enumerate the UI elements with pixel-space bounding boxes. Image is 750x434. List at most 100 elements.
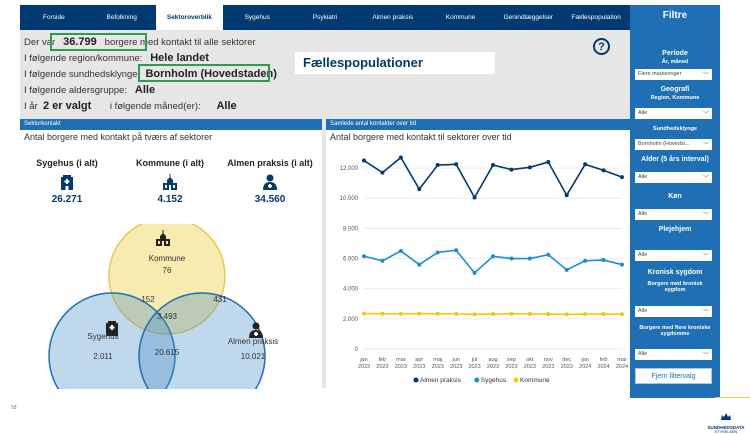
tab-sektoroverblik[interactable]: Sektoroverblik [155, 5, 224, 30]
page-number: 58 [11, 405, 17, 411]
legend-marker [413, 377, 419, 383]
plejehjem-value: Alle [638, 252, 648, 258]
decorative-line [715, 397, 750, 398]
data-point [527, 165, 532, 170]
filter-periode-label: Periode [662, 50, 688, 57]
x-tick-label: feb [379, 357, 387, 363]
filter-klynge-label: Sundhedsklynge [652, 126, 697, 132]
x-tick-label: jan [359, 357, 367, 363]
summary-year-value: 2 er valgt [43, 100, 92, 112]
alder-dropdown[interactable]: Alle ﹀ [635, 172, 712, 183]
x-tick-label: maj [433, 357, 442, 363]
plejehjem-dropdown[interactable]: Alle ﹀ [635, 250, 712, 261]
x-tick-year-label: 2023 [432, 364, 444, 370]
venn-sygehus-label: Sygehus [87, 332, 119, 341]
venn-sygehus-value: 2.011 [93, 352, 113, 361]
x-tick-year-label: 2023 [450, 364, 462, 370]
stat-kommune-label: Kommune (i alt) [135, 158, 204, 168]
data-point [362, 311, 366, 316]
page-title: Fællespopulationer [295, 52, 495, 74]
koen-dropdown[interactable]: Alle ﹀ [635, 209, 712, 220]
data-point [398, 311, 403, 316]
venn-almen-value: 10.021 [240, 352, 266, 361]
x-tick-year-label: 2023 [395, 364, 407, 370]
legend-marker [474, 377, 480, 383]
data-point [601, 312, 606, 317]
klynge-dropdown[interactable]: Bornholm (Hovedst... ﹀ [635, 139, 712, 150]
x-tick-label: sep [507, 357, 516, 363]
venn-all-three-value: 3.493 [156, 312, 178, 321]
periode-dropdown[interactable]: Flere markeringer ﹀ [635, 69, 712, 80]
kronisk-dropdown[interactable]: Alle ﹀ [635, 306, 712, 317]
highlight-cluster [138, 64, 270, 82]
venn-sygehus-kommune-value: 152 [141, 295, 155, 304]
summary-section: Der var 36.799 borgere med kontakt til a… [20, 30, 630, 119]
tab-kommune[interactable]: Kommune [427, 5, 495, 30]
y-tick-label: 8.000 [343, 226, 359, 232]
x-tick-year-label: 2023 [561, 364, 573, 370]
filter-geografi-sub: Region, Kommune [650, 95, 700, 101]
y-tick-label: 0 [355, 347, 359, 353]
geografi-value: Alle [638, 110, 648, 116]
geografi-dropdown[interactable]: Alle ﹀ [635, 108, 712, 119]
line-chart: 02.0004.0006.0008.00010.00012.000jan2023… [340, 155, 628, 384]
reset-filters-button[interactable]: Fjern filtervalg [635, 368, 712, 384]
data-point [435, 250, 440, 255]
filter-koen-label: Køn [668, 193, 682, 200]
data-point [454, 311, 459, 316]
tab-psykiatri[interactable]: Psykiatri [291, 5, 359, 30]
filter-periode-sub: År, måned [661, 59, 689, 65]
stat-sygehus: Sygehus (i alt) 26.271 [22, 158, 112, 205]
data-point [583, 312, 588, 317]
chevron-down-icon: ﹀ [702, 310, 709, 316]
data-point [454, 162, 459, 167]
summary-region-line: I følgende region/kommune: Hele landet [24, 52, 209, 64]
data-point [417, 187, 422, 192]
stat-sygehus-label: Sygehus (i alt) [36, 158, 98, 168]
x-tick-year-label: 2023 [468, 364, 480, 370]
filter-plejehjem-label: Plejehjem [658, 226, 692, 233]
tab-almen-praksis[interactable]: Almen praksis [359, 5, 427, 30]
report-canvas: Forside Befolkning Sektoroverblik Sygehu… [20, 5, 630, 389]
over-tid-subtitle: Antal borgere med kontakt til sektorer o… [330, 132, 512, 142]
summary-month-value: Alle [216, 100, 237, 112]
tab-faellespopulation[interactable]: Fællespopulation [562, 5, 630, 30]
x-tick-year-label: 2023 [358, 364, 370, 370]
x-tick-year-label: 2023 [413, 364, 425, 370]
tab-befolkning[interactable]: Befolkning [88, 5, 156, 30]
tab-sygehus[interactable]: Sygehus [223, 5, 291, 30]
filter-title: Filtre [662, 10, 688, 21]
kronisk-value: Alle [638, 308, 648, 314]
data-point [546, 160, 551, 165]
data-point [546, 312, 551, 317]
data-point [398, 155, 403, 160]
filter-geografi-label: Geografi [660, 86, 690, 93]
chevron-down-icon: ﹀ [702, 254, 709, 260]
data-point [380, 170, 385, 175]
x-tick-year-label: 2023 [487, 364, 499, 370]
help-icon[interactable]: ? [593, 38, 610, 55]
tab-genindlaeggelser[interactable]: Genindlæggelser [494, 5, 562, 30]
data-point [435, 311, 440, 316]
filter-panel: Filtre Periode År, måned Flere markering… [630, 5, 720, 398]
nav-bar: Forside Befolkning Sektoroverblik Sygehu… [20, 5, 630, 30]
data-point [601, 168, 606, 173]
data-point [620, 312, 624, 317]
data-point [491, 254, 495, 259]
sektorkontakt-subtitle: Antal borgere med kontakt på tværs af se… [24, 132, 213, 142]
sektorkontakt-panel: Sektorkontakt Antal borgere med kontakt … [20, 119, 322, 389]
doctor-icon [262, 174, 278, 195]
summary-age-label: I følgende aldersgruppe: [24, 85, 127, 96]
stat-almen-label: Almen praksis (i alt) [227, 158, 313, 168]
legend-label: Almen praksis [420, 377, 462, 384]
summary-cluster-label: I følgende sundhedsklynge: [24, 69, 141, 80]
flere-kroniske-dropdown[interactable]: Alle ﹀ [635, 349, 712, 360]
periode-value: Flere markeringer [638, 71, 682, 77]
data-point [491, 312, 495, 317]
legend-label: Kommune [520, 377, 550, 384]
data-point [509, 167, 514, 172]
tab-forside[interactable]: Forside [20, 5, 88, 30]
data-point [509, 256, 514, 261]
y-tick-label: 6.000 [343, 257, 359, 263]
filter-kronisk-sub: Borgere med kronisk sygdom [647, 281, 703, 293]
